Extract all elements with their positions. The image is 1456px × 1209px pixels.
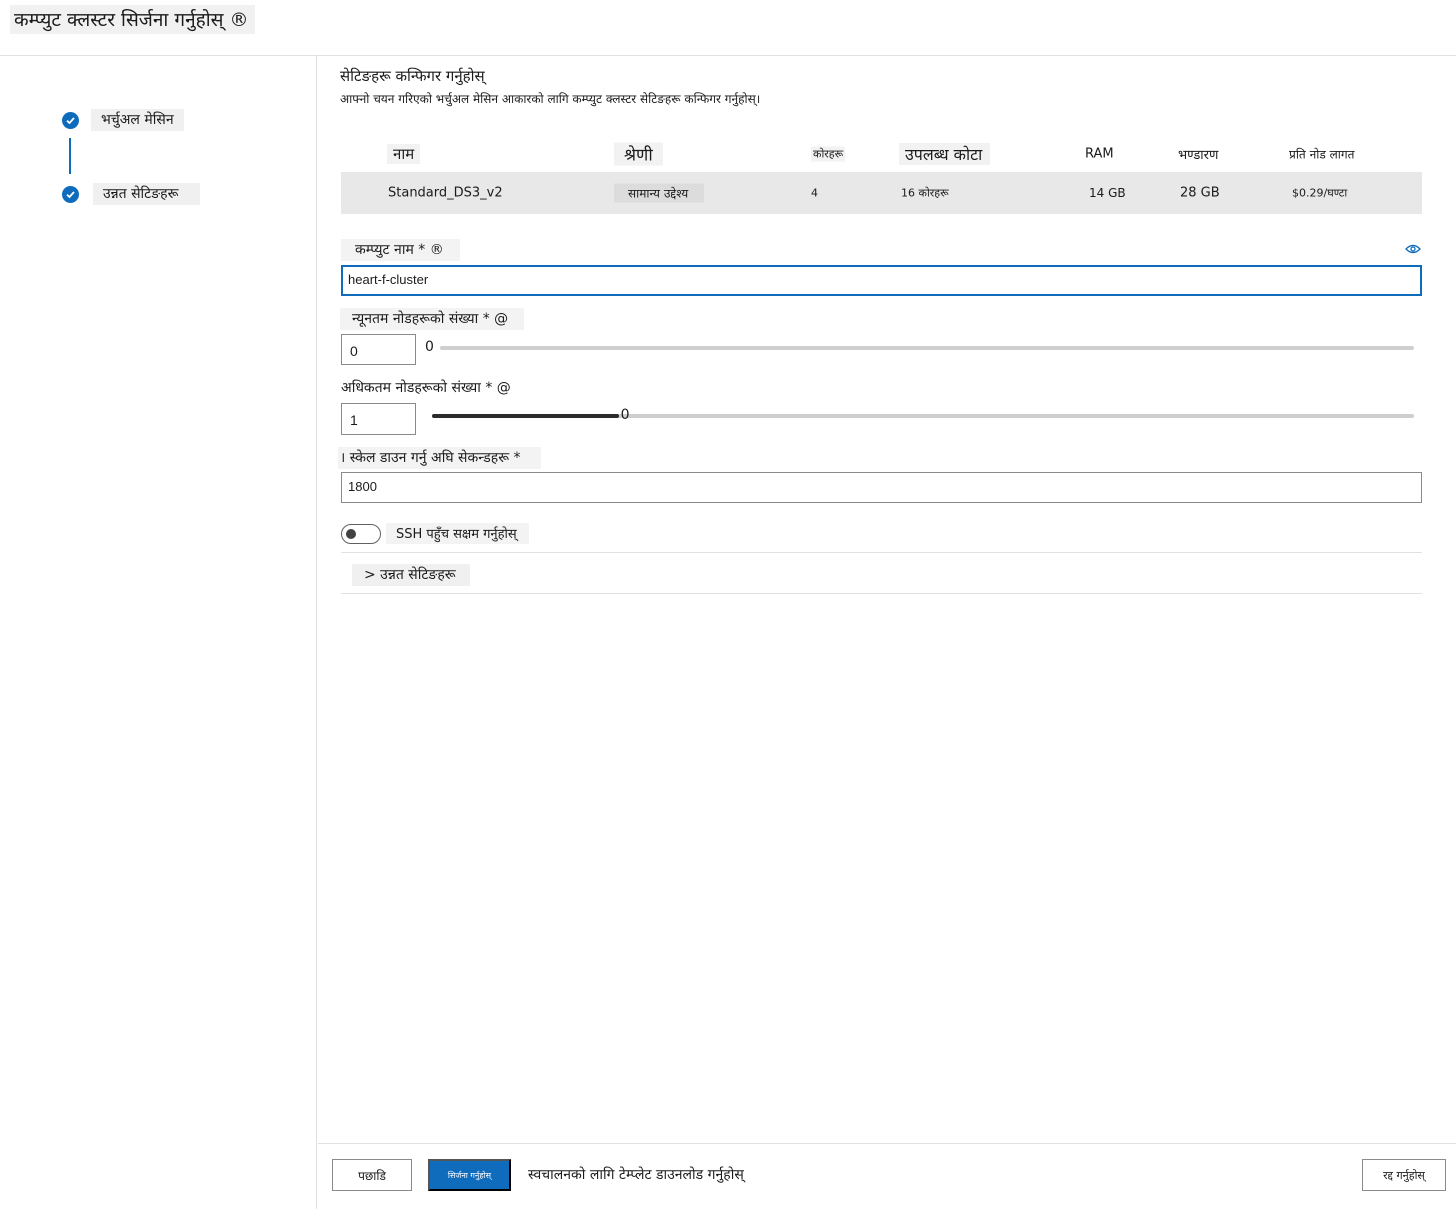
min-nodes-label: न्यूनतम नोडहरूको संख्या * @ bbox=[340, 308, 525, 330]
min-nodes-input[interactable]: 0 bbox=[341, 334, 416, 365]
column-header-cost: प्रति नोड लागत bbox=[1289, 147, 1355, 162]
title-bar: कम्प्युट क्लस्टर सिर्जना गर्नुहोस् ® bbox=[0, 0, 1456, 56]
download-template-link[interactable]: स्वचालनको लागि टेम्प्लेट डाउनलोड गर्नुहो… bbox=[528, 1165, 744, 1184]
toggle-knob bbox=[346, 529, 356, 539]
column-header-quota: उपलब्ध कोटा bbox=[899, 143, 991, 165]
max-nodes-slider-thumb[interactable]: 0 bbox=[621, 407, 630, 423]
step-label: उन्नत सेटिङहरू bbox=[93, 183, 201, 205]
footer-bar: पछाडि सिर्जना गर्नुहोस् स्वचालनको लागि ट… bbox=[318, 1143, 1456, 1209]
compute-name-input[interactable]: heart-f-cluster bbox=[341, 265, 1422, 296]
column-header-category: श्रेणी bbox=[614, 142, 663, 166]
ssh-toggle[interactable] bbox=[341, 524, 381, 544]
table-header-row: नाम श्रेणी कोरहरू उपलब्ध कोटा RAM भण्डार… bbox=[341, 136, 1422, 172]
cell-storage: 28 GB bbox=[1180, 185, 1220, 201]
step-label: भर्चुअल मेसिन bbox=[91, 109, 184, 131]
divider bbox=[341, 552, 1422, 553]
cancel-button[interactable]: रद्द गर्नुहोस् bbox=[1362, 1159, 1446, 1191]
cell-quota: 16 कोरहरू bbox=[901, 186, 949, 200]
scale-down-label: । स्केल डाउन गर्नु अघि सेकन्डहरू * bbox=[338, 447, 541, 469]
page-title: कम्प्युट क्लस्टर सिर्जना गर्नुहोस् ® bbox=[10, 5, 255, 34]
min-nodes-slider-thumb[interactable]: 0 bbox=[425, 339, 434, 355]
column-header-name: नाम bbox=[387, 144, 421, 164]
checkmark-circle-icon bbox=[62, 185, 79, 203]
compute-name-label: कम्प्युट नाम * ® bbox=[341, 239, 460, 261]
checkmark-circle-icon bbox=[62, 111, 79, 129]
column-header-ram: RAM bbox=[1085, 146, 1114, 162]
step-virtual-machine[interactable]: भर्चुअल मेसिन bbox=[62, 109, 184, 131]
column-header-storage: भण्डारण bbox=[1178, 148, 1219, 163]
advanced-settings-expander[interactable]: > उन्नत सेटिङहरू bbox=[352, 564, 470, 586]
eye-icon[interactable] bbox=[1405, 240, 1421, 259]
min-nodes-slider[interactable] bbox=[440, 346, 1414, 350]
step-connector bbox=[69, 138, 71, 174]
back-button[interactable]: पछाडि bbox=[332, 1159, 412, 1191]
section-title: सेटिङहरू कन्फिगर गर्नुहोस् bbox=[340, 67, 485, 85]
cell-cost: $0.29/घण्टा bbox=[1292, 186, 1348, 200]
cell-category: सामान्य उद्देश्य bbox=[614, 183, 705, 203]
cell-cores: 4 bbox=[811, 186, 818, 200]
max-nodes-slider-fill bbox=[432, 414, 619, 418]
max-nodes-input[interactable]: 1 bbox=[341, 403, 416, 435]
table-row[interactable]: Standard_DS3_v2 सामान्य उद्देश्य 4 16 को… bbox=[341, 172, 1422, 214]
step-advanced-settings[interactable]: उन्नत सेटिङहरू bbox=[62, 183, 201, 205]
vm-size-table: नाम श्रेणी कोरहरू उपलब्ध कोटा RAM भण्डार… bbox=[341, 136, 1422, 214]
create-button[interactable]: सिर्जना गर्नुहोस् bbox=[428, 1159, 511, 1191]
scale-down-input[interactable]: 1800 bbox=[341, 472, 1422, 503]
ssh-toggle-label: SSH पहुँच सक्षम गर्नुहोस् bbox=[386, 523, 529, 544]
main-panel: सेटिङहरू कन्फिगर गर्नुहोस् आफ्नो चयन गरि… bbox=[318, 56, 1456, 1143]
cell-name: Standard_DS3_v2 bbox=[388, 185, 503, 201]
column-header-cores: कोरहरू bbox=[811, 146, 846, 162]
divider bbox=[341, 593, 1422, 594]
cell-ram: 14 GB bbox=[1089, 186, 1126, 200]
section-description: आफ्नो चयन गरिएको भर्चुअल मेसिन आकारको ला… bbox=[340, 92, 761, 106]
max-nodes-label: अधिकतम नोडहरूको संख्या * @ bbox=[341, 380, 511, 396]
wizard-sidebar: भर्चुअल मेसिन उन्नत सेटिङहरू bbox=[0, 56, 317, 1209]
